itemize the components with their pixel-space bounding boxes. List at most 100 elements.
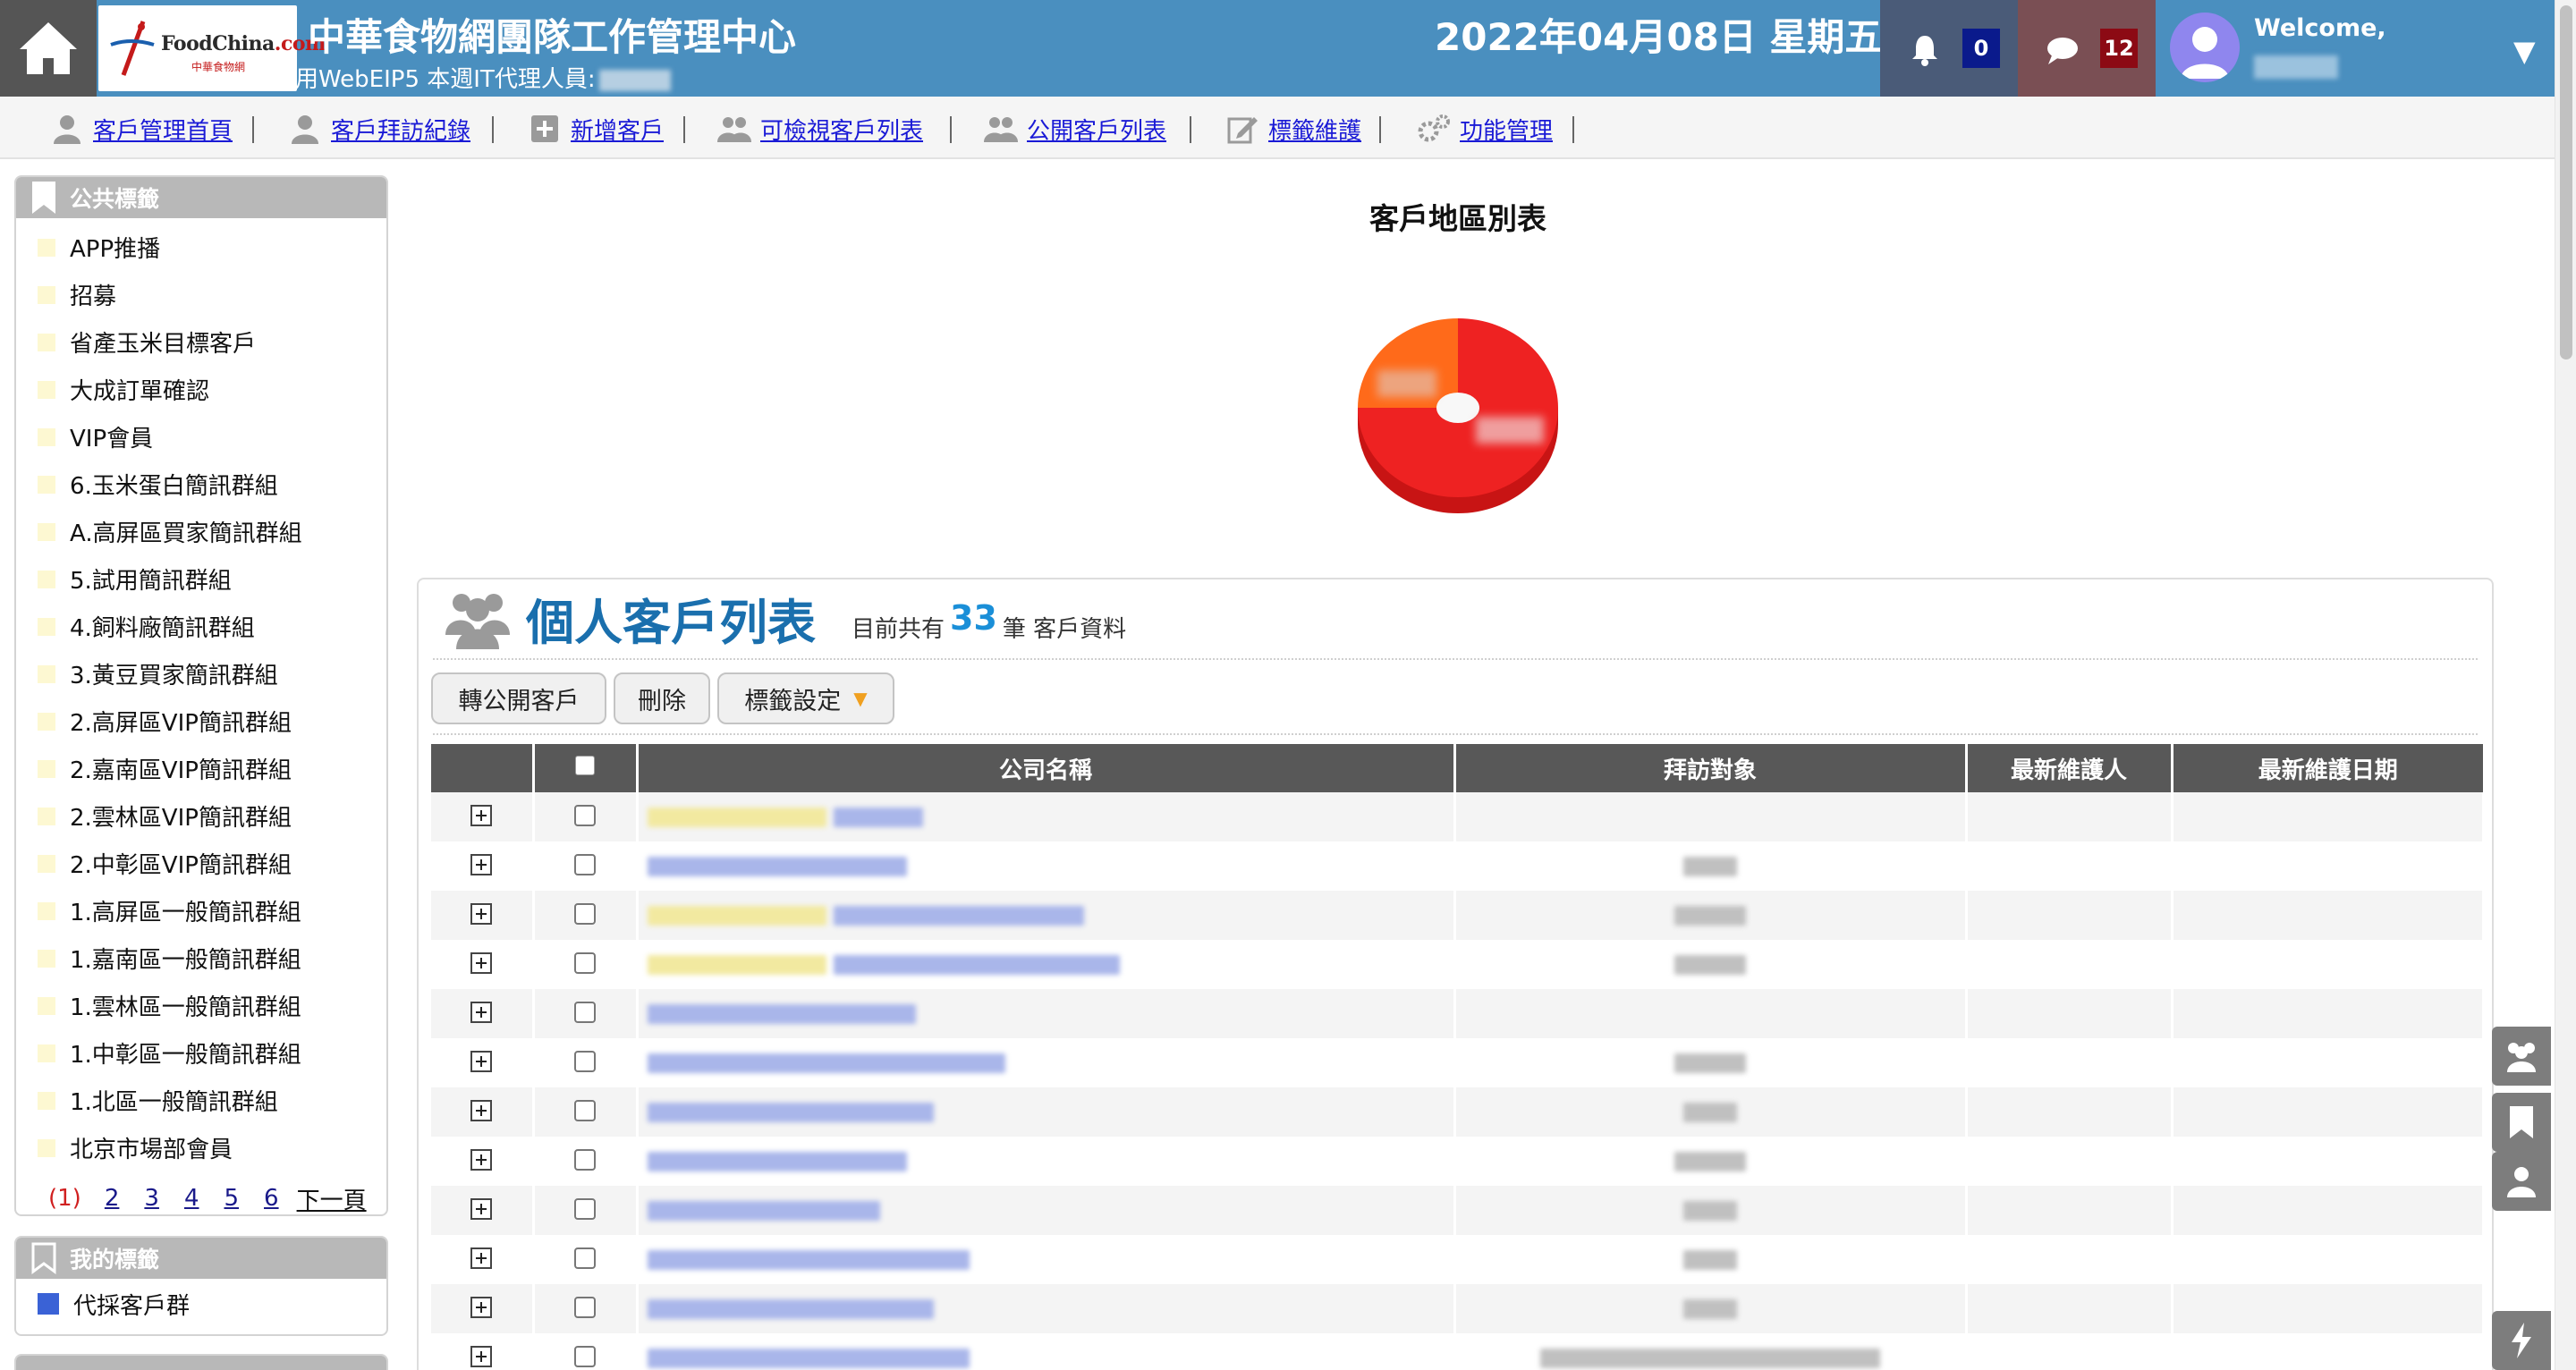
company-cell[interactable] bbox=[637, 841, 1456, 891]
row-checkbox[interactable] bbox=[574, 1050, 596, 1072]
table-row[interactable] bbox=[431, 1284, 2485, 1333]
tag-item-purchasing-group[interactable]: 代採客戶群 bbox=[16, 1279, 386, 1329]
maintainer-column-header[interactable]: 最新維護人 bbox=[1966, 744, 2174, 792]
messages-button[interactable]: 12 bbox=[2018, 0, 2156, 97]
row-checkbox[interactable] bbox=[574, 902, 596, 925]
tag-item-yunlin-vip-sms[interactable]: 2.雲林區VIP簡訊群組 bbox=[16, 792, 386, 840]
chevron-down-icon[interactable]: ▼ bbox=[2513, 34, 2536, 68]
nav-customer-home[interactable]: 客戶管理首頁 bbox=[50, 113, 233, 145]
tag-item-vip-member[interactable]: VIP會員 bbox=[16, 413, 386, 461]
row-checkbox[interactable] bbox=[574, 853, 596, 875]
tag-settings-dropdown[interactable]: 標籤設定 ▼ bbox=[717, 672, 894, 724]
expand-row-icon[interactable] bbox=[470, 1197, 493, 1220]
expand-row-icon[interactable] bbox=[470, 1247, 493, 1269]
nav-function-management[interactable]: 功能管理 bbox=[1417, 113, 1553, 145]
table-row[interactable] bbox=[431, 1087, 2485, 1137]
table-row[interactable] bbox=[431, 1137, 2485, 1186]
dock-users-button[interactable] bbox=[2492, 1027, 2551, 1086]
pager-page-3[interactable]: 3 bbox=[144, 1185, 159, 1212]
table-row[interactable] bbox=[431, 1038, 2485, 1087]
home-button[interactable] bbox=[0, 0, 97, 97]
tag-item-chianan-general-sms[interactable]: 1.嘉南區一般簡訊群組 bbox=[16, 934, 386, 982]
nav-add-customer[interactable]: 新增客戶 bbox=[528, 113, 664, 145]
company-cell[interactable] bbox=[637, 1284, 1456, 1333]
expand-row-icon[interactable] bbox=[470, 902, 493, 925]
collapsed-panel[interactable] bbox=[14, 1354, 388, 1370]
row-checkbox[interactable] bbox=[574, 1099, 596, 1121]
company-cell[interactable] bbox=[637, 1137, 1456, 1186]
tag-item-dacheng-order[interactable]: 大成訂單確認 bbox=[16, 366, 386, 413]
pager-page-4[interactable]: 4 bbox=[184, 1185, 199, 1212]
tag-item-feed-mill-sms[interactable]: 4.飼料廠簡訊群組 bbox=[16, 603, 386, 650]
visit-target-column-header[interactable]: 拜訪對象 bbox=[1454, 744, 1968, 792]
tag-item-recruit[interactable]: 招募 bbox=[16, 271, 386, 318]
tag-item-app-push[interactable]: APP推播 bbox=[16, 224, 386, 271]
table-row[interactable] bbox=[431, 989, 2485, 1038]
delete-button[interactable]: 刪除 bbox=[614, 672, 710, 724]
expand-row-icon[interactable] bbox=[470, 1099, 493, 1121]
dock-bolt-button[interactable] bbox=[2492, 1311, 2551, 1370]
expand-row-icon[interactable] bbox=[470, 1148, 493, 1171]
tag-item-kaoping-vip-sms[interactable]: 2.高屏區VIP簡訊群組 bbox=[16, 698, 386, 745]
nav-public-customers[interactable]: 公開客戶列表 bbox=[984, 113, 1166, 145]
row-checkbox[interactable] bbox=[574, 1148, 596, 1171]
pager-page-2[interactable]: 2 bbox=[105, 1185, 120, 1212]
dock-bookmark-button[interactable] bbox=[2492, 1093, 2551, 1152]
select-all-checkbox[interactable] bbox=[575, 756, 595, 775]
row-checkbox[interactable] bbox=[574, 1345, 596, 1367]
company-cell[interactable] bbox=[637, 1186, 1456, 1235]
company-cell[interactable] bbox=[637, 989, 1456, 1038]
scrollbar-thumb[interactable] bbox=[2560, 5, 2572, 359]
expand-row-icon[interactable] bbox=[470, 951, 493, 974]
table-row[interactable] bbox=[431, 841, 2485, 891]
table-row[interactable] bbox=[431, 891, 2485, 940]
row-checkbox[interactable] bbox=[574, 951, 596, 974]
tag-item-soybean-buyer-sms[interactable]: 3.黃豆買家簡訊群組 bbox=[16, 650, 386, 698]
company-cell[interactable] bbox=[637, 1087, 1456, 1137]
maint-date-column-header[interactable]: 最新維護日期 bbox=[2172, 744, 2483, 792]
nav-tag-maintenance[interactable]: 標籤維護 bbox=[1225, 113, 1361, 145]
nav-viewable-customers[interactable]: 可檢視客戶列表 bbox=[717, 113, 923, 145]
company-column-header[interactable]: 公司名稱 bbox=[637, 744, 1456, 792]
table-row[interactable] bbox=[431, 1235, 2485, 1284]
tag-item-zhongzhang-general-sms[interactable]: 1.中彰區一般簡訊群組 bbox=[16, 1029, 386, 1077]
company-cell[interactable] bbox=[637, 1038, 1456, 1087]
tag-item-corn-protein-sms[interactable]: 6.玉米蛋白簡訊群組 bbox=[16, 461, 386, 508]
row-checkbox[interactable] bbox=[574, 804, 596, 826]
company-cell[interactable] bbox=[637, 891, 1456, 940]
table-row[interactable] bbox=[431, 940, 2485, 989]
pager-next-page[interactable]: 下一頁 bbox=[297, 1182, 367, 1215]
tag-item-chianan-vip-sms[interactable]: 2.嘉南區VIP簡訊群組 bbox=[16, 745, 386, 792]
table-row[interactable] bbox=[431, 1186, 2485, 1235]
user-menu[interactable]: Welcome, ▼ bbox=[2157, 0, 2555, 97]
expand-row-icon[interactable] bbox=[470, 1001, 493, 1023]
row-checkbox[interactable] bbox=[574, 1247, 596, 1269]
expand-row-icon[interactable] bbox=[470, 853, 493, 875]
page-scrollbar[interactable] bbox=[2555, 0, 2576, 1370]
company-cell[interactable] bbox=[637, 792, 1456, 841]
tag-item-beijing-market[interactable]: 北京市場部會員 bbox=[16, 1124, 386, 1171]
dock-user-button[interactable] bbox=[2492, 1152, 2551, 1211]
nav-visit-records[interactable]: 客戶拜訪紀錄 bbox=[288, 113, 470, 145]
tag-item-corn-target[interactable]: 省產玉米目標客戶 bbox=[16, 318, 386, 366]
foodchina-logo[interactable]: FoodChina.com 中華食物網 bbox=[98, 5, 326, 91]
to-public-button[interactable]: 轉公開客戶 bbox=[431, 672, 606, 724]
tag-item-zhongzhang-vip-sms[interactable]: 2.中彰區VIP簡訊群組 bbox=[16, 840, 386, 887]
pager-page-6[interactable]: 6 bbox=[264, 1185, 279, 1212]
company-cell[interactable] bbox=[637, 1235, 1456, 1284]
notifications-button[interactable]: 0 bbox=[1880, 0, 2018, 97]
row-checkbox[interactable] bbox=[574, 1197, 596, 1220]
expand-row-icon[interactable] bbox=[470, 1050, 493, 1072]
company-cell[interactable] bbox=[637, 1333, 1456, 1370]
company-cell[interactable] bbox=[637, 940, 1456, 989]
table-row[interactable] bbox=[431, 1333, 2485, 1370]
pager-page-5[interactable]: 5 bbox=[224, 1185, 239, 1212]
tag-item-kaoping-general-sms[interactable]: 1.高屏區一般簡訊群組 bbox=[16, 887, 386, 934]
row-checkbox[interactable] bbox=[574, 1296, 596, 1318]
tag-item-north-general-sms[interactable]: 1.北區一般簡訊群組 bbox=[16, 1077, 386, 1124]
table-row[interactable] bbox=[431, 792, 2485, 841]
tag-item-trial-sms[interactable]: 5.試用簡訊群組 bbox=[16, 555, 386, 603]
expand-row-icon[interactable] bbox=[470, 1296, 493, 1318]
row-checkbox[interactable] bbox=[574, 1001, 596, 1023]
tag-item-yunlin-general-sms[interactable]: 1.雲林區一般簡訊群組 bbox=[16, 982, 386, 1029]
